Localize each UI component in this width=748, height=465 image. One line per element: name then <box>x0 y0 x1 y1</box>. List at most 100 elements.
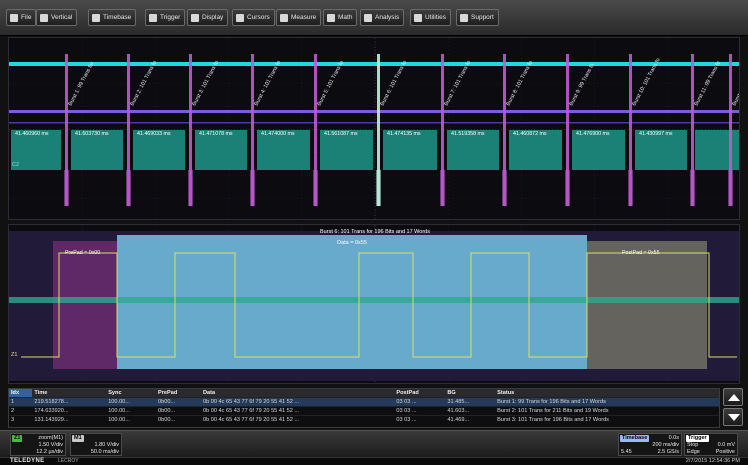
date-time: 2/7/2015 12:54:36 PM <box>685 458 740 464</box>
menu-label: Math <box>338 14 353 21</box>
gap-time-label: 41.460960 ms <box>15 131 49 137</box>
analysis-icon <box>364 13 372 22</box>
scroll-up-button[interactable] <box>723 388 743 406</box>
gap-time-label: 41.474000 ms <box>261 131 295 137</box>
menu-label: Measure <box>291 14 317 21</box>
zoom-descriptor[interactable]: Z1 zoom(M1) 1.50 V/div 12.2 µs/div <box>10 433 66 456</box>
timebase-delay: 0.0s <box>668 435 679 441</box>
menu-vertical-button[interactable]: Vertical <box>36 9 78 26</box>
column-header[interactable]: Time <box>32 389 107 398</box>
burst-label: Burst 1: 99 Trans for <box>67 61 95 107</box>
burst-label: Burst 8: 101 Trans fo <box>505 60 534 107</box>
gap-block <box>695 130 739 170</box>
menu-label: Timebase <box>103 14 132 21</box>
menu-label: Analysis <box>375 14 400 21</box>
burst-marker-base <box>250 170 255 206</box>
menu-analysis-button[interactable]: Analysis <box>360 9 405 26</box>
menu-file-button[interactable]: File <box>6 9 37 26</box>
timebase-rate: 2.5 GS/s <box>657 449 679 455</box>
z1-vdiv: 1.50 V/div <box>38 442 63 448</box>
burst-label: Burst 7: 101 Trans fo <box>443 60 472 107</box>
brand-logo: TELEDYNE <box>10 458 45 464</box>
menu-cursors-button[interactable]: Cursors <box>232 9 275 26</box>
column-header[interactable]: Idx <box>9 389 33 398</box>
channel-marker: C2 <box>12 162 19 168</box>
table-cell: 0b00... <box>155 406 201 416</box>
gap-time-label: 41.469033 ms <box>137 131 171 137</box>
table-cell: 1 <box>9 397 33 407</box>
descriptor-bar: Z1 zoom(M1) 1.50 V/div 12.2 µs/div M1 1.… <box>0 430 748 457</box>
gap-time-label: 41.476900 ms <box>576 131 610 137</box>
table-cell: 100.00... <box>106 415 156 425</box>
burst-label: Burst 2: 101 Trans fo <box>129 60 158 107</box>
utilities-icon <box>414 13 422 22</box>
menu-label: File <box>21 14 32 21</box>
burst-label: Burst 9: 99 Trans fo <box>568 63 595 107</box>
burst-marker-base <box>313 170 318 206</box>
menu-measure-button[interactable]: Measure <box>276 9 322 26</box>
table-cell: 0b 00 4c 65 43 77 6f 79 20 55 41 52 ... <box>200 415 395 425</box>
column-header[interactable]: Sync <box>106 389 156 398</box>
m1-tdiv: 50.0 ms/div <box>90 449 119 455</box>
table-cell: 03 03 ... <box>394 397 446 407</box>
menu-math-button[interactable]: Math <box>323 9 358 26</box>
trigger-level: 0.0 mV <box>717 442 735 448</box>
vertical-icon <box>40 13 48 22</box>
table-cell: 3 <box>9 415 33 425</box>
zoom-detail-grid[interactable]: Burst 6: 101 Trans for 196 Bits and 17 W… <box>8 224 740 384</box>
burst-marker-base <box>126 170 131 206</box>
gap-time-label: 41.430997 ms <box>639 131 673 137</box>
trigger-tag: Trigger <box>686 435 709 442</box>
teal-band <box>9 297 739 303</box>
burst-marker-base <box>502 170 507 206</box>
burst-label: Burst 4: 101 Trans fo <box>253 60 282 107</box>
menu-trigger-button[interactable]: Trigger <box>145 9 186 26</box>
gap-time-label: 41.519358 ms <box>451 131 485 137</box>
table-cell: Burst 2: 101 Trans for 211 Bits and 19 W… <box>495 406 719 416</box>
burst-marker-base <box>440 170 445 206</box>
burst-label: Burst 6: 101 Trans fo <box>379 60 408 107</box>
prepad-block <box>53 241 117 369</box>
brand-sub: LECROY <box>58 458 79 464</box>
table-cell: 174.633920... <box>32 406 107 416</box>
column-header[interactable]: PostPad <box>394 389 446 398</box>
timebase-icon <box>92 13 100 22</box>
gap-time-label: 41.460872 ms <box>513 131 547 137</box>
column-header[interactable]: PrePad <box>155 389 201 398</box>
prepad-label: PrePad = 0x00 <box>65 250 100 256</box>
table-row[interactable]: 1 219.518278... 100.00... 0b00... 0b 00 4c 6… <box>9 397 719 407</box>
column-header[interactable]: BG <box>445 389 496 398</box>
burst-title: Burst 6: 101 Trans for 196 Bits and 17 W… <box>320 229 430 235</box>
menu-timebase-button[interactable]: Timebase <box>88 9 137 26</box>
table-row[interactable]: 3 131.143929... 100.00... 0b00... 0b 00 4c 6… <box>9 415 719 425</box>
trigger-type: Edge <box>687 449 700 455</box>
table-cell: 03 03 ... <box>394 406 446 416</box>
decode-result-table[interactable]: Idx Time Sync PrePad Data PostPad BG Status 1 21… <box>8 388 720 428</box>
math-icon <box>327 13 335 22</box>
table-row[interactable]: 2 174.633920... 100.00... 0b00... 0b 00 4c 6… <box>9 406 719 416</box>
menu-support-button[interactable]: Support <box>456 9 499 26</box>
gap-time-label: 41.603730 ms <box>75 131 109 137</box>
arrow-up-icon <box>728 394 740 401</box>
trigger-descriptor[interactable]: Trigger Stop 0.0 mV Edge Positive <box>684 433 738 456</box>
menu-label: Vertical <box>51 14 73 21</box>
menu-display-button[interactable]: Display <box>187 9 229 26</box>
table-cell: 2 <box>9 406 33 416</box>
column-header[interactable]: Status <box>495 389 719 398</box>
table-header-row: Idx Time Sync PrePad Data PostPad BG Status <box>9 389 719 398</box>
display-icon <box>191 13 199 22</box>
burst-overview-plot: 41.460960 ms 41.603730 ms 41.469033 ms 41.4… <box>9 38 739 219</box>
menu-label: Support <box>471 14 494 21</box>
burst-marker-base <box>376 170 381 206</box>
menu-label: Trigger <box>160 14 181 21</box>
timebase-descriptor[interactable]: Timebase 0.0s 200 ms/div 5.45 2.5 GS/s <box>618 433 682 456</box>
z1-tag: Z1 <box>12 435 23 442</box>
column-header[interactable]: Data <box>200 389 395 398</box>
scroll-down-button[interactable] <box>723 408 743 426</box>
math-descriptor[interactable]: M1 1.80 V/div 50.0 ms/div <box>70 433 122 456</box>
menu-utilities-button[interactable]: Utilities <box>410 9 451 26</box>
result-table[interactable]: Idx Time Sync PrePad Data PostPad BG Status 1 21… <box>9 389 719 425</box>
burst-overview-grid[interactable]: 41.460960 ms 41.603730 ms 41.469033 ms 41.4… <box>8 37 740 220</box>
burst-marker-base <box>728 170 733 206</box>
timebase-tag: Timebase <box>620 435 650 442</box>
